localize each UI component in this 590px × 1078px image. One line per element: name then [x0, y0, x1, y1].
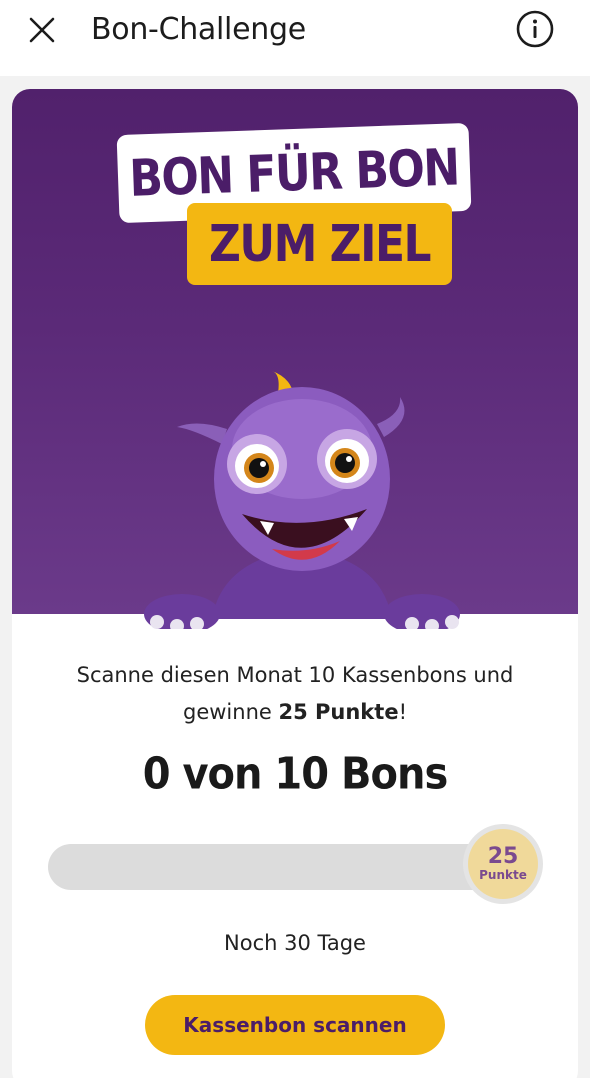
- reward-coin: 25 Punkte: [463, 824, 543, 904]
- info-icon: [516, 10, 554, 48]
- scan-receipt-button[interactable]: Kassenbon scannen: [145, 995, 445, 1055]
- days-remaining: Noch 30 Tage: [224, 931, 366, 955]
- description-reward: 25 Punkte: [278, 700, 399, 724]
- description-end: !: [398, 700, 407, 724]
- close-button[interactable]: [22, 10, 62, 50]
- mascot-illustration: [144, 371, 460, 629]
- headline-bottom-box: ZUM ZIEL: [187, 203, 452, 285]
- headline-line1: BON FÜR BON: [128, 137, 460, 209]
- top-bar: Bon-Challenge: [0, 0, 590, 76]
- page-title: Bon-Challenge: [91, 12, 306, 47]
- close-icon: [29, 17, 55, 43]
- info-button[interactable]: [515, 9, 555, 49]
- hero-banner: BON FÜR BON ZUM ZIEL: [12, 89, 578, 629]
- challenge-card: BON FÜR BON ZUM ZIEL Scanne diesen Monat…: [12, 89, 578, 1078]
- reward-coin-face: 25 Punkte: [468, 829, 538, 899]
- reward-unit: Punkte: [479, 868, 527, 882]
- progress-track: [48, 844, 508, 890]
- reward-points: 25: [487, 844, 519, 869]
- challenge-description: Scanne diesen Monat 10 Kassenbons und ge…: [42, 657, 548, 731]
- headline-line2: ZUM ZIEL: [208, 214, 432, 274]
- progress-count: 0 von 10 Bons: [142, 748, 449, 800]
